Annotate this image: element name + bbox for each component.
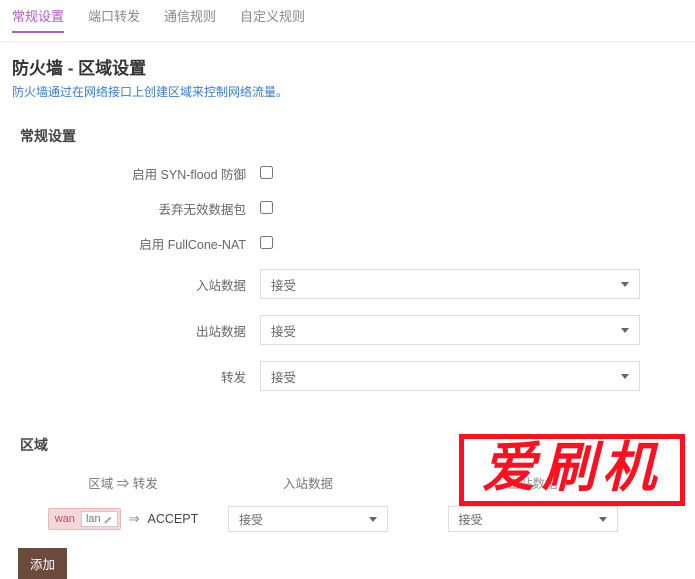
page-description: 防火墙通过在网络接口上创建区域来控制网络流量。 [0,83,695,118]
select-output[interactable]: 接受 [260,315,640,345]
label-output: 出站数据 [0,321,260,340]
checkbox-syn-flood[interactable] [260,166,273,179]
zone-select-output-value: 接受 [459,511,483,528]
zone-target-tag: lan [81,511,118,527]
section-zones-title: 区域 [0,427,695,465]
tab-port-forward[interactable]: 端口转发 [88,6,140,33]
label-syn-flood: 启用 SYN-flood 防御 [0,164,260,183]
tabs: 常规设置 端口转发 通信规则 自定义规则 [0,0,695,42]
zones-header: 区域 ⇒ 转发 入站数据 出站数据 [18,465,677,502]
checkbox-fullcone[interactable] [260,236,273,249]
label-forward: 转发 [0,367,260,386]
row-drop-invalid: 丢弃无效数据包 [0,191,695,226]
section-general-title: 常规设置 [0,118,695,156]
zone-badge[interactable]: wan lan [48,508,121,530]
label-drop-invalid: 丢弃无效数据包 [0,199,260,218]
checkbox-drop-invalid[interactable] [260,201,273,214]
row-syn-flood: 启用 SYN-flood 防御 [0,156,695,191]
zone-row: wan lan ⇒ ACCEPT 接受 接受 [18,502,677,542]
tab-general[interactable]: 常规设置 [12,6,64,33]
row-input: 入站数据 接受 [0,261,695,307]
zones-head-input: 入站数据 [228,473,388,492]
tab-traffic-rules[interactable]: 通信规则 [164,6,216,33]
zones-head-output: 出站数据 [388,473,677,492]
zone-select-input-value: 接受 [239,511,263,528]
page-title: 防火墙 - 区域设置 [0,42,695,83]
select-forward-value: 接受 [271,367,296,386]
row-forward: 转发 接受 [0,353,695,399]
select-input-value: 接受 [271,275,296,294]
zone-select-input[interactable]: 接受 [228,506,388,532]
zones-head-forward: 区域 ⇒ 转发 [18,473,228,492]
tab-custom-rules[interactable]: 自定义规则 [240,6,305,33]
zone-select-output[interactable]: 接受 [448,506,618,532]
select-forward[interactable]: 接受 [260,361,640,391]
label-fullcone: 启用 FullCone-NAT [0,234,260,253]
select-input[interactable]: 接受 [260,269,640,299]
zone-dest: ACCEPT [148,512,199,526]
select-output-value: 接受 [271,321,296,340]
label-input: 入站数据 [0,275,260,294]
edit-icon [104,515,113,524]
row-fullcone: 启用 FullCone-NAT [0,226,695,261]
zone-source-tag: wan [51,513,79,525]
row-output: 出站数据 接受 [0,307,695,353]
add-button[interactable]: 添加 [18,548,67,579]
arrow-icon: ⇒ [129,511,140,527]
